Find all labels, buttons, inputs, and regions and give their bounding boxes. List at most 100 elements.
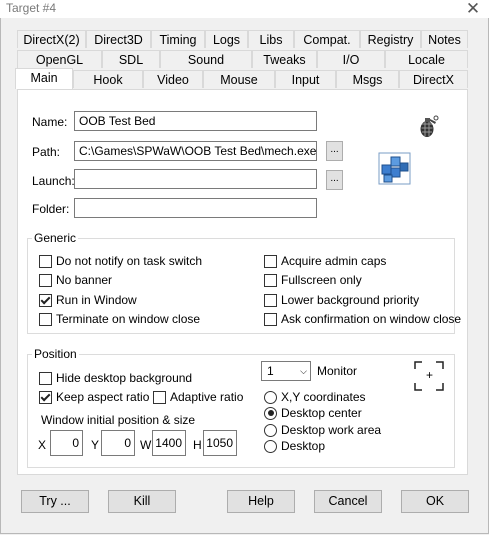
w-field[interactable]: 1400: [152, 430, 186, 456]
tab-mouse[interactable]: Mouse: [203, 70, 275, 88]
checkbox-label: Lower background priority: [281, 293, 420, 307]
close-icon[interactable]: ✕: [463, 0, 483, 19]
crosshair-icon[interactable]: +: [414, 361, 444, 391]
terminate-on-close-checkbox[interactable]: Terminate on window close: [39, 312, 200, 326]
h-label: H: [193, 438, 202, 452]
checkbox-label: Fullscreen only: [281, 273, 362, 287]
browse-path-button[interactable]: ...: [326, 141, 343, 161]
notify-task-switch-checkbox[interactable]: Do not notify on task switch: [39, 254, 202, 268]
radio-label: X,Y coordinates: [281, 390, 366, 404]
tab-input[interactable]: Input: [275, 70, 336, 88]
tab-direct3d[interactable]: Direct3D: [86, 30, 151, 48]
monitor-select-value: 1: [267, 364, 274, 378]
checkbox-label: Terminate on window close: [56, 312, 201, 326]
radio-circle[interactable]: [264, 390, 277, 404]
no-banner-checkbox[interactable]: No banner: [39, 273, 112, 287]
tab-notes[interactable]: Notes: [421, 30, 468, 48]
y-label: Y: [91, 438, 100, 452]
checkbox-label: Adaptive ratio: [170, 390, 244, 404]
x-label: X: [38, 438, 47, 452]
checkbox-label: Do not notify on task switch: [56, 254, 203, 268]
checkbox-label: No banner: [56, 273, 113, 287]
tab-registry[interactable]: Registry: [360, 30, 421, 48]
tab-main[interactable]: Main: [15, 68, 73, 89]
launch-field[interactable]: [74, 169, 317, 189]
tab-logs[interactable]: Logs: [205, 30, 248, 48]
monitor-label: Monitor: [317, 364, 358, 378]
browse-launch-button[interactable]: ...: [326, 170, 343, 190]
tab-tweaks[interactable]: Tweaks: [252, 50, 317, 68]
radio-circle[interactable]: [264, 423, 277, 437]
checkbox-box[interactable]: [264, 273, 277, 287]
chevron-down-icon: ⌵: [300, 366, 307, 376]
window-title: Target #4: [6, 1, 57, 15]
checkbox-box[interactable]: [39, 293, 52, 307]
folder-field[interactable]: [74, 198, 317, 218]
ok-button[interactable]: OK: [401, 490, 469, 513]
try-button[interactable]: Try ...: [21, 490, 89, 513]
radio-circle[interactable]: [264, 406, 277, 420]
name-label: Name:: [32, 115, 68, 129]
path-label: Path:: [32, 145, 61, 159]
acquire-admin-checkbox[interactable]: Acquire admin caps: [264, 254, 386, 268]
radio-desktop-work-area[interactable]: Desktop work area: [264, 423, 381, 437]
radio-label: Desktop: [281, 439, 326, 453]
fullscreen-only-checkbox[interactable]: Fullscreen only: [264, 273, 362, 287]
radio-desktop[interactable]: Desktop: [264, 439, 325, 453]
tab-opengl[interactable]: OpenGL: [17, 50, 102, 68]
tab-libs[interactable]: Libs: [248, 30, 294, 48]
path-field[interactable]: C:\Games\SPWaW\OOB Test Bed\mech.exe: [74, 141, 317, 161]
tab-io[interactable]: I/O: [317, 50, 385, 68]
radio-xy-coordinates[interactable]: X,Y coordinates: [264, 390, 366, 404]
title-bar: [0, 0, 489, 18]
radio-desktop-center[interactable]: Desktop center: [264, 406, 362, 420]
checkbox-label: Run in Window: [56, 293, 137, 307]
grenade-icon[interactable]: [414, 112, 443, 141]
checkbox-label: Keep aspect ratio: [56, 390, 150, 404]
h-field[interactable]: 1050: [203, 430, 237, 456]
help-button[interactable]: Help: [227, 490, 295, 513]
w-label: W: [140, 438, 152, 452]
tab-msgs[interactable]: Msgs: [336, 70, 399, 88]
keep-aspect-checkbox[interactable]: Keep aspect ratio: [39, 390, 149, 404]
checkbox-box[interactable]: [39, 371, 52, 385]
checkbox-label: Hide desktop background: [56, 371, 193, 385]
position-group-title: Position: [32, 347, 79, 361]
adaptive-ratio-checkbox[interactable]: Adaptive ratio: [153, 390, 243, 404]
tab-sound[interactable]: Sound: [160, 50, 252, 68]
run-in-window-checkbox[interactable]: Run in Window: [39, 293, 137, 307]
y-field[interactable]: 0: [101, 430, 135, 456]
hide-desktop-checkbox[interactable]: Hide desktop background: [39, 371, 192, 385]
checkbox-box[interactable]: [264, 254, 277, 268]
generic-group-title: Generic: [32, 231, 79, 245]
checkbox-box[interactable]: [39, 273, 52, 287]
crosshair-plus: +: [426, 368, 434, 382]
tab-compat[interactable]: Compat.: [294, 30, 360, 48]
cancel-button[interactable]: Cancel: [314, 490, 382, 513]
checkbox-box[interactable]: [264, 312, 277, 326]
folder-label: Folder:: [32, 202, 70, 216]
tab-directx[interactable]: DirectX: [399, 70, 468, 88]
checkbox-box[interactable]: [39, 312, 52, 326]
tab-video[interactable]: Video: [143, 70, 203, 88]
tab-hook[interactable]: Hook: [73, 70, 143, 88]
checkbox-box[interactable]: [39, 254, 52, 268]
radio-circle[interactable]: [264, 439, 277, 453]
x-field[interactable]: 0: [50, 430, 83, 456]
tab-sdl[interactable]: SDL: [102, 50, 160, 68]
checkbox-box[interactable]: [153, 390, 166, 404]
checkbox-box[interactable]: [39, 390, 52, 404]
launch-label: Launch:: [32, 174, 75, 188]
tab-timing[interactable]: Timing: [151, 30, 205, 48]
tab-locale[interactable]: Locale: [385, 50, 468, 68]
monitor-select[interactable]: 1 ⌵: [261, 361, 311, 381]
ask-confirmation-checkbox[interactable]: Ask confirmation on window close: [264, 312, 461, 326]
checkbox-box[interactable]: [264, 293, 277, 307]
radio-label: Desktop center: [281, 406, 362, 420]
tab-directx2[interactable]: DirectX(2): [17, 30, 86, 48]
kill-button[interactable]: Kill: [108, 490, 176, 513]
radio-label: Desktop work area: [281, 423, 382, 437]
lower-priority-checkbox[interactable]: Lower background priority: [264, 293, 419, 307]
name-field[interactable]: OOB Test Bed: [74, 111, 317, 131]
application-icon: [378, 152, 411, 185]
